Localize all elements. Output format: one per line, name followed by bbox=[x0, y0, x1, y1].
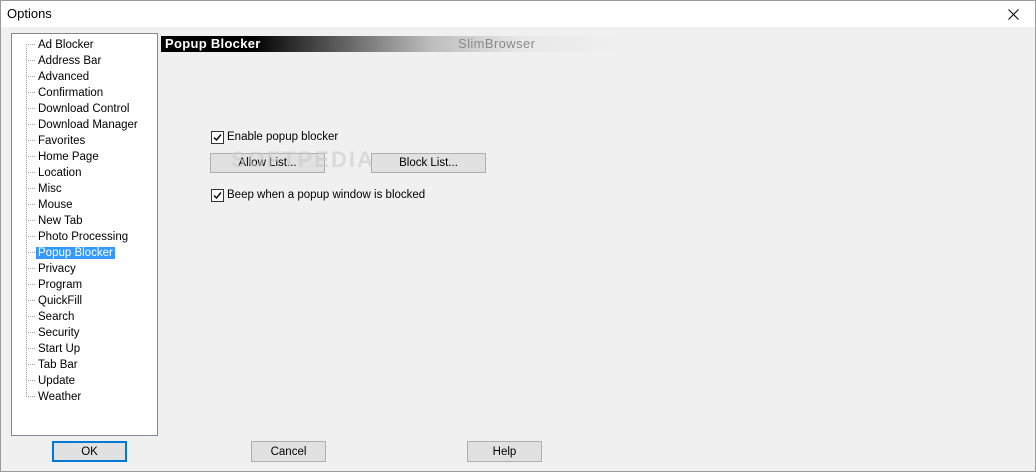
tree-item-favorites[interactable]: Favorites bbox=[26, 132, 87, 148]
tree-item-label: Tab Bar bbox=[38, 359, 78, 371]
tree-item-label: QuickFill bbox=[38, 295, 83, 307]
beep-on-block-label: Beep when a popup window is blocked bbox=[227, 189, 426, 201]
tree-item-security[interactable]: Security bbox=[26, 324, 82, 340]
tree-item-address-bar[interactable]: Address Bar bbox=[26, 52, 103, 68]
tree-item-popup-blocker[interactable]: Popup Blocker bbox=[26, 244, 115, 260]
tree-item-label: Download Control bbox=[38, 103, 130, 115]
tree-item-label: Search bbox=[38, 311, 75, 323]
tree-connector bbox=[26, 172, 35, 174]
close-button[interactable] bbox=[991, 1, 1035, 27]
panel-title: Popup Blocker bbox=[165, 36, 261, 51]
tree-item-home-page[interactable]: Home Page bbox=[26, 148, 101, 164]
tree-item-label: Start Up bbox=[38, 343, 81, 355]
tree-connector bbox=[26, 316, 35, 318]
tree-connector bbox=[26, 332, 35, 334]
panel-header: Popup Blocker SlimBrowser bbox=[161, 36, 1025, 52]
tree-item-quickfill[interactable]: QuickFill bbox=[26, 292, 84, 308]
tree-connector bbox=[26, 348, 35, 350]
tree-connector bbox=[26, 76, 35, 78]
enable-popup-blocker-option[interactable]: Enable popup blocker bbox=[211, 129, 338, 145]
tree-connector bbox=[26, 188, 35, 190]
tree-connector bbox=[26, 140, 35, 142]
tree-item-label: Privacy bbox=[38, 263, 76, 275]
tree-item-update[interactable]: Update bbox=[26, 372, 77, 388]
tree-item-new-tab[interactable]: New Tab bbox=[26, 212, 85, 228]
tree-item-label: Security bbox=[38, 327, 80, 339]
beep-on-block-option[interactable]: Beep when a popup window is blocked bbox=[211, 187, 425, 203]
tree-item-start-up[interactable]: Start Up bbox=[26, 340, 82, 356]
tree-connector bbox=[26, 44, 35, 46]
tree-item-privacy[interactable]: Privacy bbox=[26, 260, 78, 276]
tree-connector bbox=[26, 108, 35, 110]
ok-button[interactable]: OK bbox=[52, 441, 127, 462]
title-bar: Options bbox=[1, 1, 1035, 27]
tree-item-label: New Tab bbox=[38, 215, 83, 227]
close-icon bbox=[1007, 8, 1019, 20]
tree-item-label: Download Manager bbox=[38, 119, 138, 131]
tree-item-label: Program bbox=[38, 279, 83, 291]
tree-item-download-control[interactable]: Download Control bbox=[26, 100, 131, 116]
tree-item-label: Update bbox=[38, 375, 76, 387]
tree-item-program[interactable]: Program bbox=[26, 276, 84, 292]
tree-item-label: Weather bbox=[38, 391, 82, 403]
tree-item-label: Favorites bbox=[38, 135, 86, 147]
tree-item-search[interactable]: Search bbox=[26, 308, 76, 324]
checkmark-icon bbox=[213, 191, 222, 199]
tree-item-mouse[interactable]: Mouse bbox=[26, 196, 75, 212]
tree-item-label: Location bbox=[38, 167, 82, 179]
tree-connector bbox=[26, 60, 35, 62]
tree-connector bbox=[26, 364, 35, 366]
tree-item-confirmation[interactable]: Confirmation bbox=[26, 84, 105, 100]
tree-item-label: Popup Blocker bbox=[36, 247, 115, 259]
tree-connector bbox=[26, 252, 35, 254]
beep-on-block-checkbox[interactable] bbox=[211, 188, 224, 202]
tree-item-advanced[interactable]: Advanced bbox=[26, 68, 91, 84]
tree-connector bbox=[26, 92, 35, 94]
tree-connector bbox=[26, 156, 35, 158]
tree-item-label: Mouse bbox=[38, 199, 73, 211]
tree-connector bbox=[26, 124, 35, 126]
options-dialog: Options Ad Blocker Address Bar Advanced Con… bbox=[0, 0, 1036, 472]
tree-connector bbox=[26, 284, 35, 286]
brand-label: SlimBrowser bbox=[458, 36, 536, 51]
tree-item-label: Photo Processing bbox=[38, 231, 129, 243]
help-button[interactable]: Help bbox=[467, 441, 542, 462]
tree-item-label: Home Page bbox=[38, 151, 99, 163]
tree-item-label: Ad Blocker bbox=[38, 39, 94, 51]
tree-item-ad-blocker[interactable]: Ad Blocker bbox=[26, 36, 96, 52]
allow-list-button[interactable]: Allow List... bbox=[210, 153, 325, 173]
tree-connector bbox=[26, 220, 35, 222]
enable-popup-blocker-label: Enable popup blocker bbox=[227, 131, 339, 143]
cancel-button[interactable]: Cancel bbox=[251, 441, 326, 462]
tree-connector bbox=[26, 396, 35, 398]
tree-item-label: Advanced bbox=[38, 71, 90, 83]
tree-connector bbox=[26, 300, 35, 302]
options-tree[interactable]: Ad Blocker Address Bar Advanced Confirmatio… bbox=[11, 33, 158, 436]
tree-item-location[interactable]: Location bbox=[26, 164, 83, 180]
tree-connector bbox=[26, 204, 35, 206]
tree-item-label: Confirmation bbox=[38, 87, 104, 99]
window-title: Options bbox=[7, 6, 52, 21]
checkmark-icon bbox=[213, 133, 222, 141]
tree-connector bbox=[26, 380, 35, 382]
tree-item-misc[interactable]: Misc bbox=[26, 180, 64, 196]
tree-item-tab-bar[interactable]: Tab Bar bbox=[26, 356, 80, 372]
tree-item-photo-processing[interactable]: Photo Processing bbox=[26, 228, 130, 244]
block-list-button[interactable]: Block List... bbox=[371, 153, 486, 173]
tree-connector bbox=[26, 236, 35, 238]
tree-item-label: Misc bbox=[38, 183, 62, 195]
tree-item-download-manager[interactable]: Download Manager bbox=[26, 116, 140, 132]
enable-popup-blocker-checkbox[interactable] bbox=[211, 130, 224, 144]
tree-item-label: Address Bar bbox=[38, 55, 102, 67]
tree-connector bbox=[26, 268, 35, 270]
tree-item-weather[interactable]: Weather bbox=[26, 388, 83, 404]
